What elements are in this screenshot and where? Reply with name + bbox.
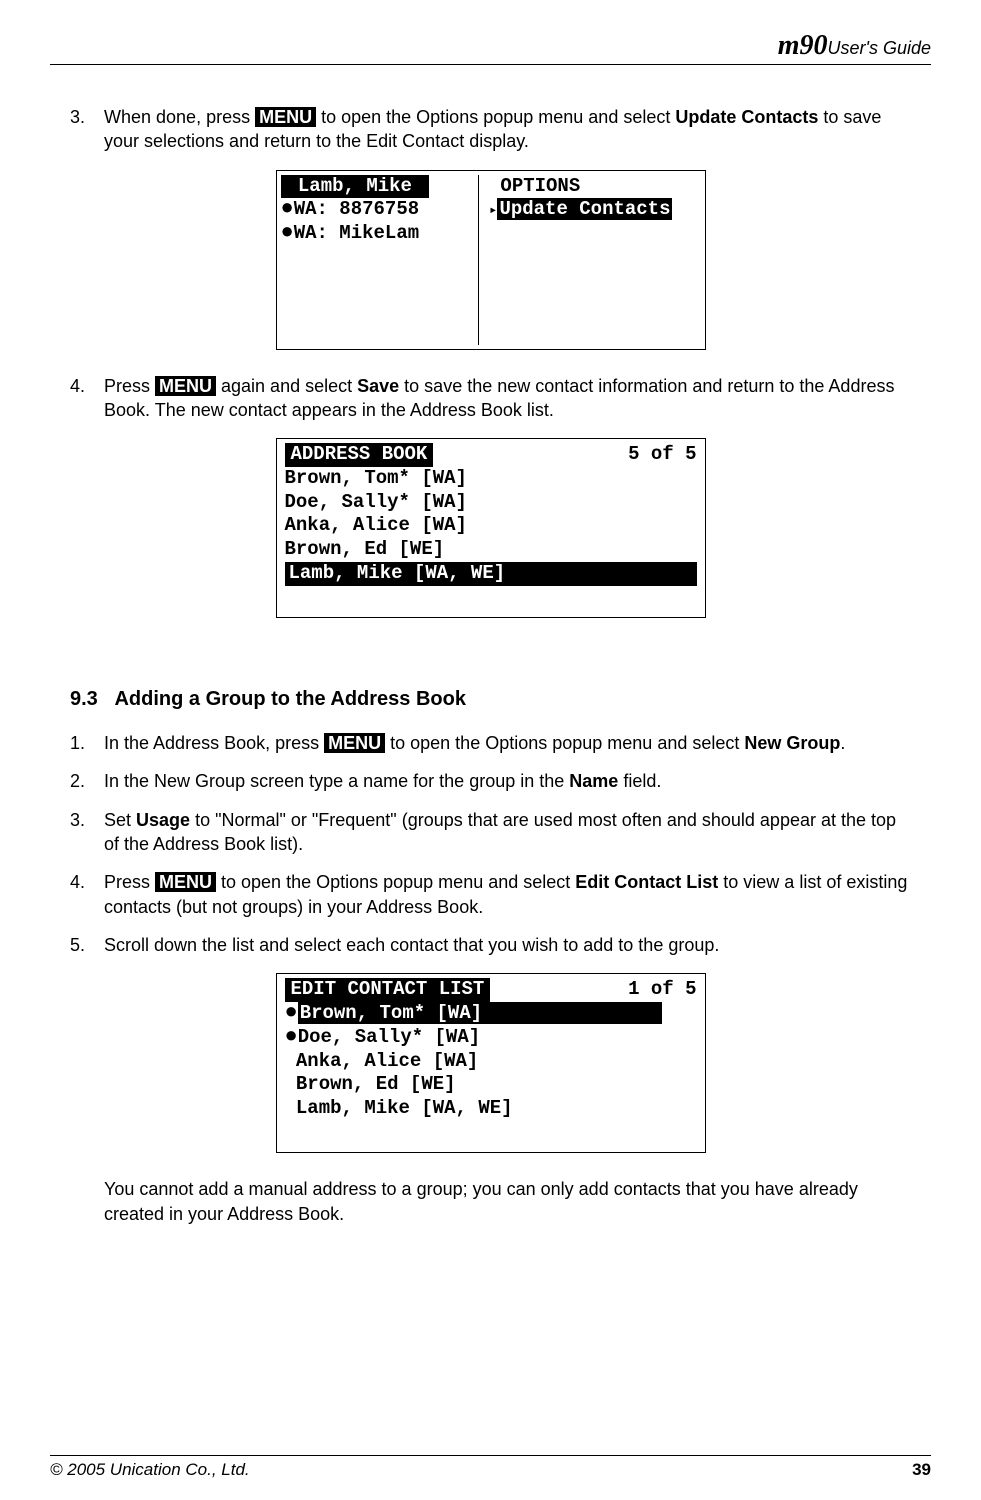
device-screen-edit-contact-list: EDIT CONTACT LIST 1 of 5 ●Brown, Tom* [W… — [276, 973, 706, 1153]
options-header: OPTIONS — [489, 175, 696, 199]
address-row: ●WA: MikeLam — [281, 222, 473, 246]
list-item: Anka, Alice [WA] — [285, 514, 697, 538]
step-4: 4. Press MENU again and select Save to s… — [70, 374, 911, 423]
contact-name-header: Lamb, Mike — [281, 175, 430, 199]
menu-key-label: MENU — [155, 376, 216, 396]
substep-5: 5. Scroll down the list and select each … — [70, 933, 911, 957]
step-text: Press MENU to open the Options popup men… — [104, 870, 911, 919]
menu-key-label: MENU — [255, 107, 316, 127]
step-number: 5. — [70, 933, 104, 957]
menu-key-label: MENU — [155, 872, 216, 892]
step-text: Press MENU again and select Save to save… — [104, 374, 911, 423]
options-item-selected: ▸Update Contacts — [489, 198, 696, 222]
section-heading: 9.3 Adding a Group to the Address Book — [70, 688, 911, 711]
step-number: 4. — [70, 374, 104, 423]
substep-3: 3. Set Usage to "Normal" or "Frequent" (… — [70, 808, 911, 857]
screen-title: ADDRESS BOOK — [285, 443, 434, 467]
step-text: In the New Group screen type a name for … — [104, 769, 911, 793]
step-text: Set Usage to "Normal" or "Frequent" (gro… — [104, 808, 911, 857]
step-text: Scroll down the list and select each con… — [104, 933, 911, 957]
copyright-text: © 2005 Unication Co., Ltd. — [50, 1460, 250, 1480]
step-number: 2. — [70, 769, 104, 793]
page-number: 39 — [912, 1460, 931, 1480]
product-logo: m90 — [778, 30, 828, 61]
device-screen-options: Lamb, Mike ●WA: 8876758 ●WA: MikeLam OPT… — [276, 170, 706, 350]
list-item-selected: ●Brown, Tom* [WA] — [285, 1002, 697, 1026]
list-item: Anka, Alice [WA] — [285, 1050, 697, 1074]
page-footer: © 2005 Unication Co., Ltd. 39 — [50, 1455, 931, 1480]
step-text: When done, press MENU to open the Option… — [104, 105, 911, 154]
screen-title: EDIT CONTACT LIST — [285, 978, 491, 1002]
page-header: m90User's Guide — [50, 30, 931, 65]
list-item: Brown, Ed [WE] — [285, 538, 697, 562]
step-number: 1. — [70, 731, 104, 755]
substep-2: 2. In the New Group screen type a name f… — [70, 769, 911, 793]
step-text: In the Address Book, press MENU to open … — [104, 731, 911, 755]
menu-key-label: MENU — [324, 733, 385, 753]
list-item: Lamb, Mike [WA, WE] — [285, 1097, 697, 1121]
note-paragraph: You cannot add a manual address to a gro… — [104, 1177, 911, 1226]
address-row: ●WA: 8876758 — [281, 198, 473, 222]
list-counter: 1 of 5 — [628, 978, 696, 1002]
step-number: 3. — [70, 105, 104, 154]
list-item: Doe, Sally* [WA] — [285, 491, 697, 515]
step-number: 4. — [70, 870, 104, 919]
screen-left-panel: Lamb, Mike ●WA: 8876758 ●WA: MikeLam — [281, 175, 480, 345]
step-number: 3. — [70, 808, 104, 857]
device-screen-address-book: ADDRESS BOOK 5 of 5 Brown, Tom* [WA] Doe… — [276, 438, 706, 618]
step-3: 3. When done, press MENU to open the Opt… — [70, 105, 911, 154]
header-subtitle: User's Guide — [828, 38, 931, 58]
list-item: Brown, Tom* [WA] — [285, 467, 697, 491]
list-counter: 5 of 5 — [628, 443, 696, 467]
list-item: ●Doe, Sally* [WA] — [285, 1026, 697, 1050]
substep-4: 4. Press MENU to open the Options popup … — [70, 870, 911, 919]
list-item-selected: Lamb, Mike [WA, WE] — [285, 562, 697, 586]
substep-1: 1. In the Address Book, press MENU to op… — [70, 731, 911, 755]
list-item: Brown, Ed [WE] — [285, 1073, 697, 1097]
screen-right-panel: OPTIONS ▸Update Contacts — [483, 175, 696, 345]
